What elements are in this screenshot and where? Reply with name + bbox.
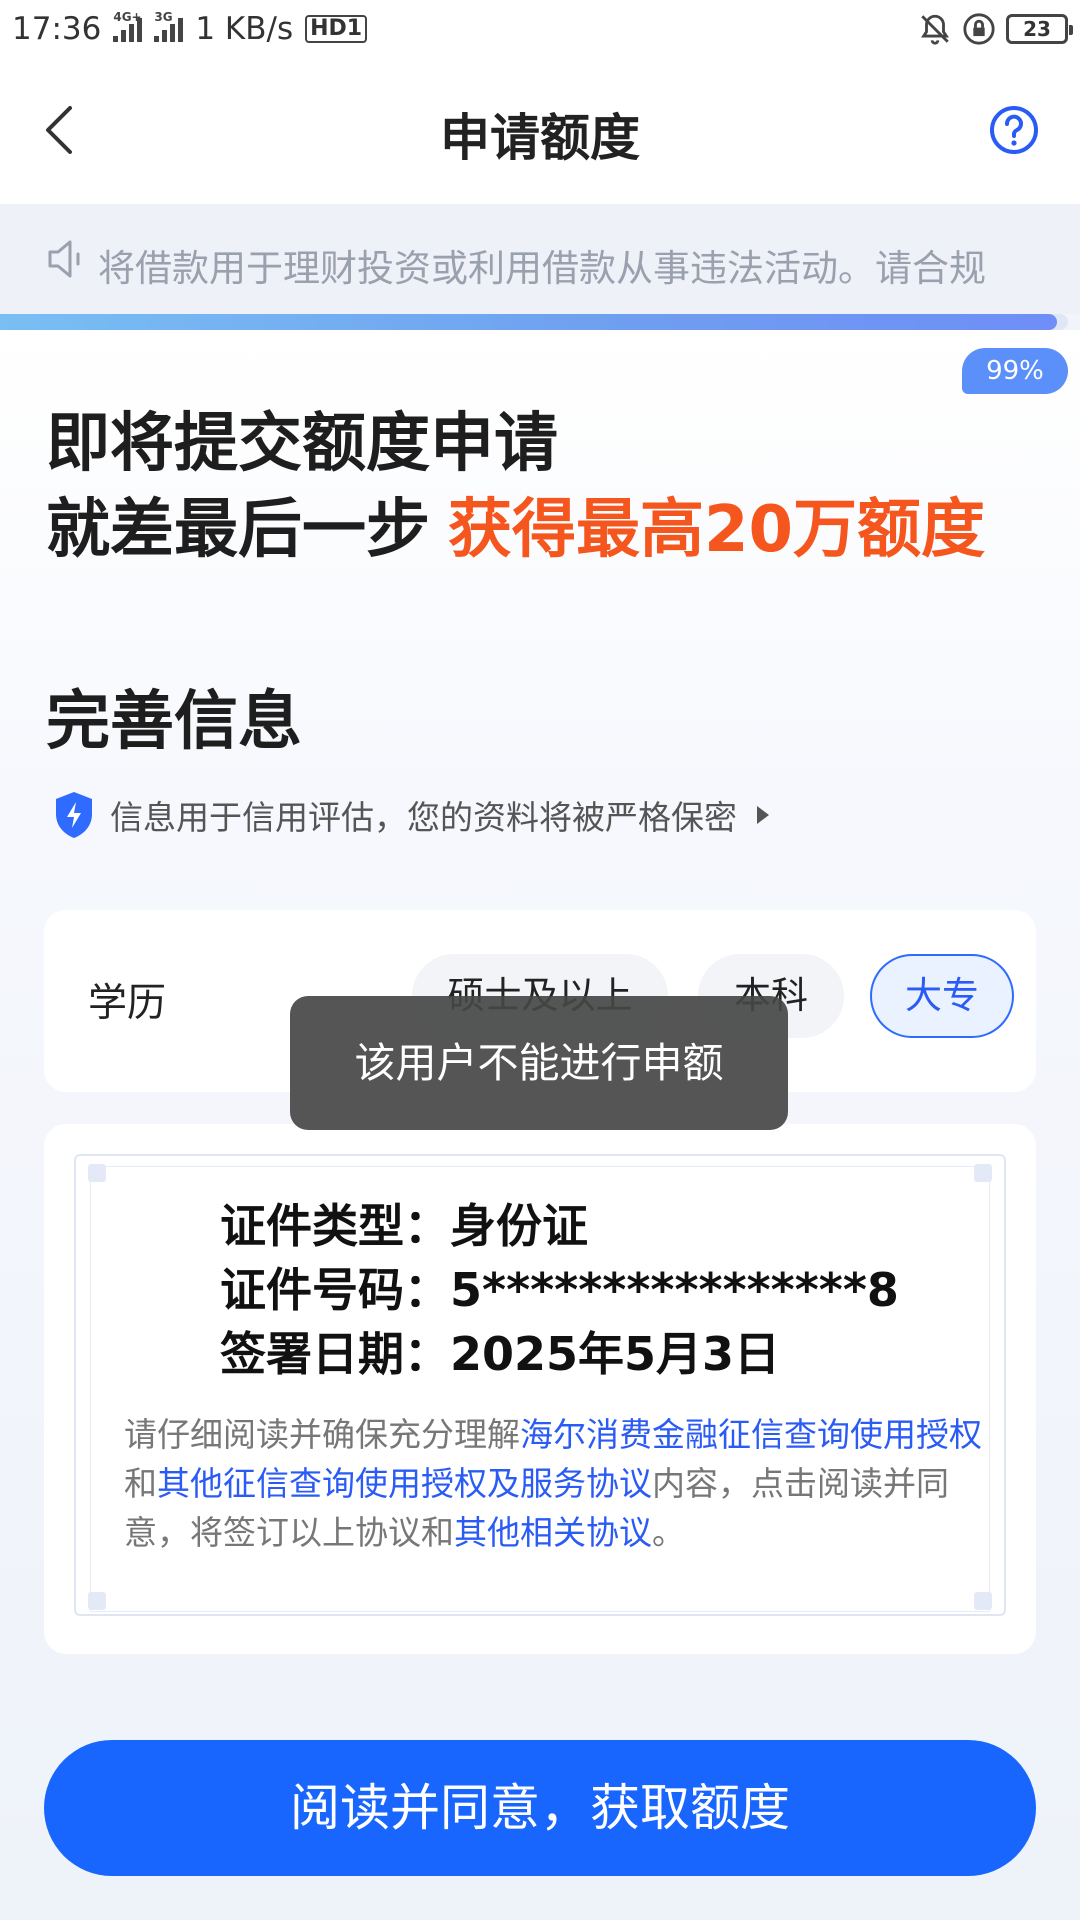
toast-message: 该用户不能进行申额 [290, 996, 788, 1130]
privacy-text: 信息用于信用评估，您的资料将被严格保密 [110, 798, 737, 837]
bell-mute-icon [921, 14, 949, 45]
progress-percent-badge: 99% [962, 348, 1068, 394]
frame-corner-ornament [88, 1592, 106, 1610]
certificate-card: 证件类型：身份证 证件号码：5****************8 签署日期：20… [44, 1124, 1036, 1654]
network-speed: 1 KB/s [195, 11, 294, 47]
certificate-info: 证件类型：身份证 证件号码：5****************8 签署日期：20… [220, 1194, 899, 1386]
nav-bar: 申请额度 [0, 58, 1080, 204]
status-bar: 17:36 4G+ 3G 1 KB/s HD1 23 [0, 0, 1080, 58]
question-circle-icon[interactable] [988, 104, 1040, 156]
progress-bar [0, 314, 1068, 330]
shield-lightning-icon [56, 792, 92, 838]
id-number: 证件号码：5****************8 [220, 1263, 899, 1317]
privacy-notice-link[interactable]: 信息用于信用评估，您的资料将被严格保密 [52, 790, 769, 840]
education-option-college[interactable]: 大专 [870, 954, 1014, 1038]
triangle-right-icon [757, 806, 769, 824]
credit-query-authorization-link[interactable]: 海尔消费金融征信查询使用授权 [520, 1415, 982, 1454]
frame-corner-ornament [88, 1164, 106, 1182]
hero-subtitle: 就差最后一步 获得最高20万额度 [46, 478, 985, 570]
rotation-lock-icon [963, 13, 995, 45]
frame-corner-ornament [974, 1592, 992, 1610]
hero-highlight: 获得最高20万额度 [448, 493, 986, 567]
consent-text-part: 请仔细阅读并确保充分理解 [124, 1415, 520, 1454]
education-label: 学历 [88, 981, 167, 1026]
page-title: 申请额度 [440, 109, 640, 167]
notice-text: 将借款用于理财投资或利用借款从事违法活动。请合规 [98, 247, 986, 290]
consent-text: 请仔细阅读并确保充分理解海尔消费金融征信查询使用授权和其他征信查询使用授权及服务… [124, 1410, 984, 1557]
consent-text-part: 和 [124, 1464, 157, 1503]
signal-4g-icon: 4G+ [113, 10, 143, 42]
signal-3g-icon: 3G [154, 10, 184, 42]
frame-corner-ornament [974, 1164, 992, 1182]
consent-text-part: 。 [652, 1513, 685, 1552]
hero-title: 即将提交额度申请 [46, 407, 558, 481]
notice-bar: 将借款用于理财投资或利用借款从事违法活动。请合规 [0, 204, 1080, 314]
sign-date: 签署日期：2025年5月3日 [220, 1327, 781, 1381]
service-agreement-link[interactable]: 其他征信查询使用授权及服务协议 [157, 1464, 652, 1503]
speaker-icon [48, 240, 80, 278]
hero-subtitle-prefix: 就差最后一步 [46, 493, 430, 567]
agree-and-get-limit-button[interactable]: 阅读并同意，获取额度 [44, 1740, 1036, 1876]
id-type: 证件类型：身份证 [220, 1199, 588, 1253]
progress-fill [0, 314, 1058, 330]
hd-icon: HD1 [305, 15, 368, 43]
battery-icon: 23 [1006, 14, 1073, 44]
status-time: 17:36 [12, 11, 102, 47]
section-title: 完善信息 [46, 685, 302, 759]
other-agreements-link[interactable]: 其他相关协议 [454, 1513, 652, 1552]
